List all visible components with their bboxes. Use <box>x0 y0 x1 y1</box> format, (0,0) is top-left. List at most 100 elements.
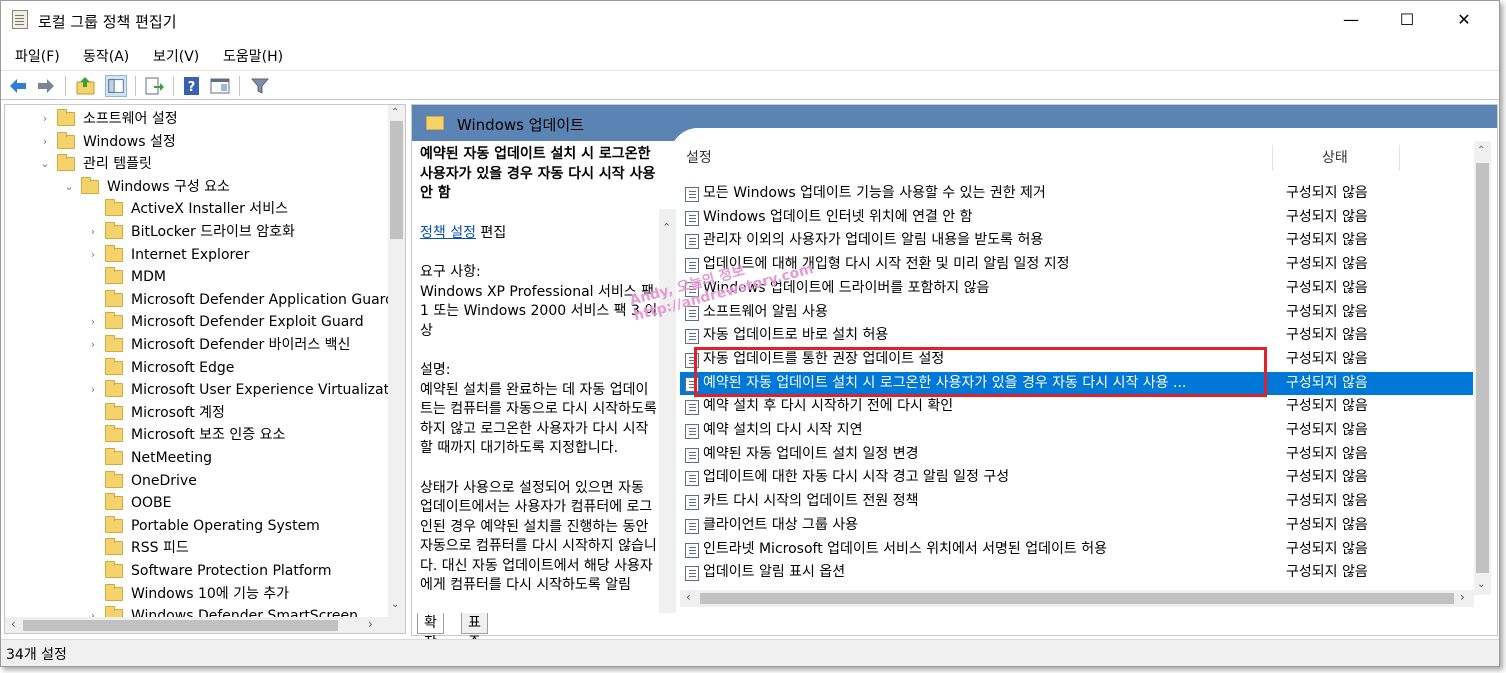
tree-item[interactable]: OneDrive <box>5 470 390 492</box>
tree-item[interactable]: Portable Operating System <box>5 515 390 537</box>
chevron-right-icon[interactable]: › <box>87 379 99 401</box>
menu-help[interactable]: 도움말(H) <box>223 46 283 66</box>
close-button[interactable]: ✕ <box>1437 1 1491 39</box>
policy-row[interactable]: 자동 업데이트로 바로 설치 허용 구성되지 않음 <box>680 324 1473 348</box>
tree-item[interactable]: RSS 피드 <box>5 537 390 559</box>
chevron-right-icon[interactable]: › <box>87 221 99 243</box>
policy-state: 구성되지 않음 <box>1286 303 1368 320</box>
tree-item[interactable]: › Microsoft Defender 바이러스 백신 <box>5 334 390 356</box>
tab-standard[interactable]: 표준 <box>461 613 488 651</box>
tree-item-label: 소프트웨어 설정 <box>83 111 178 127</box>
list-vertical-scrollbar[interactable]: ⌃ ⌄ <box>1474 141 1491 595</box>
chevron-right-icon[interactable]: › <box>87 311 99 333</box>
tree-vertical-scrollbar[interactable]: ⌃ ⌄ <box>388 105 405 617</box>
minimize-button[interactable]: — <box>1324 1 1378 39</box>
filter-icon[interactable] <box>249 75 271 97</box>
list-scroll-thumb[interactable] <box>1476 163 1489 573</box>
tree-item[interactable]: Microsoft Defender Application Guard <box>5 289 394 311</box>
policy-row[interactable]: 카트 다시 시작의 업데이트 전원 정책 구성되지 않음 <box>680 490 1473 514</box>
policy-row[interactable]: 업데이트 알림 표시 옵션 구성되지 않음 <box>680 561 1473 585</box>
tree-item-label: NetMeeting <box>131 450 213 466</box>
tree-item[interactable]: › Microsoft User Experience Virtualizatio… <box>5 379 405 401</box>
policy-state: 구성되지 않음 <box>1286 232 1368 249</box>
tree-item[interactable]: › Microsoft Defender Exploit Guard <box>5 311 390 333</box>
menu-file[interactable]: 파일(F) <box>15 46 60 66</box>
folder-icon <box>105 402 123 420</box>
chevron-right-icon[interactable]: › <box>87 334 99 356</box>
chevron-right-icon[interactable]: › <box>39 108 51 130</box>
window-title: 로컬 그룹 정책 편집기 <box>38 13 177 31</box>
tree-item[interactable]: Microsoft 계정 <box>5 402 390 424</box>
policy-setting-icon <box>685 518 699 534</box>
tree-item[interactable]: › Windows 설정 <box>5 131 390 153</box>
tree-item[interactable]: ⌄ 관리 템플릿 <box>5 153 390 175</box>
menu-action[interactable]: 동작(A) <box>83 46 129 66</box>
toolbar: ? <box>1 70 1499 100</box>
list-hscroll-thumb[interactable] <box>700 593 1454 604</box>
tree-item[interactable]: Microsoft 보조 인증 요소 <box>5 424 390 446</box>
tree-item-label: Microsoft Edge <box>131 359 235 376</box>
tree-item[interactable]: › 소프트웨어 설정 <box>5 108 390 130</box>
tree-item[interactable]: NetMeeting <box>5 447 390 469</box>
folder-icon <box>105 538 123 556</box>
policy-name: 예약된 자동 업데이트 설치 일정 변경 <box>703 445 919 462</box>
chevron-down-icon[interactable]: ⌄ <box>63 176 75 198</box>
export-list-icon[interactable] <box>143 75 165 97</box>
description-label: 설명: <box>420 362 451 378</box>
folder-icon <box>105 199 123 217</box>
policy-row[interactable]: 클라이언트 대상 그룹 사용 구성되지 않음 <box>680 514 1473 538</box>
tree-item[interactable]: OOBE <box>5 492 390 514</box>
edit-text: 편집 <box>475 224 507 241</box>
properties-icon[interactable] <box>209 75 231 97</box>
maximize-button[interactable]: ☐ <box>1380 1 1434 39</box>
chevron-right-icon[interactable]: › <box>39 131 51 153</box>
policy-row[interactable]: 업데이트에 대한 자동 다시 시작 경고 알림 일정 구성 구성되지 않음 <box>680 466 1473 490</box>
policy-row[interactable]: 인트라넷 Microsoft 업데이트 서비스 위치에서 서명된 업데이트 허용… <box>680 538 1473 562</box>
folder-icon <box>105 425 123 443</box>
tree-hscroll-thumb[interactable] <box>23 620 338 631</box>
tree-item[interactable]: ⌄ Windows 구성 요소 <box>5 176 390 198</box>
policy-setting-icon <box>685 187 699 202</box>
policy-setting-icon <box>685 424 699 439</box>
policy-row[interactable]: 예약 설치 후 다시 시작하기 전에 다시 확인 구성되지 않음 <box>680 395 1473 419</box>
policy-row[interactable]: 예약 설치의 다시 시작 지연 구성되지 않음 <box>680 419 1473 443</box>
policy-state: 구성되지 않음 <box>1286 398 1368 415</box>
column-setting[interactable]: 설정 <box>686 145 712 171</box>
tree-item[interactable]: › BitLocker 드라이브 암호화 <box>5 221 390 243</box>
tree-item-label: RSS 피드 <box>131 540 189 557</box>
policy-row[interactable]: 모든 Windows 업데이트 기능을 사용할 수 있는 권한 제거 구성되지 않… <box>680 182 1473 206</box>
policy-row[interactable]: 예약된 자동 업데이트 설치 일정 변경 구성되지 않음 <box>680 443 1473 467</box>
forward-arrow-icon[interactable] <box>35 75 57 97</box>
tree-item[interactable]: MDM <box>5 266 390 288</box>
tree-item-label: 관리 템플릿 <box>83 156 152 173</box>
menu-view[interactable]: 보기(V) <box>153 46 199 66</box>
help-icon[interactable]: ? <box>181 75 203 97</box>
column-state[interactable]: 상태 <box>1322 145 1348 171</box>
tree-item-label: Microsoft 보조 인증 요소 <box>131 427 286 444</box>
chevron-down-icon[interactable]: ⌄ <box>39 153 51 175</box>
policy-settings-link[interactable]: 정책 설정 <box>420 225 476 241</box>
tree-item[interactable]: › Internet Explorer <box>5 244 390 266</box>
tree-item-label: Microsoft Defender Exploit Guard <box>131 314 364 331</box>
back-arrow-icon[interactable] <box>7 75 29 97</box>
folder-icon <box>105 335 123 352</box>
policy-state: 구성되지 않음 <box>1286 327 1368 344</box>
tree-item[interactable]: ActiveX Installer 서비스 <box>5 198 390 220</box>
policy-row[interactable]: 소프트웨어 알림 사용 구성되지 않음 <box>680 301 1473 325</box>
tree-item[interactable]: Microsoft Edge <box>5 357 390 379</box>
up-folder-icon[interactable] <box>75 75 97 97</box>
policy-row[interactable]: Windows 업데이트 인터넷 위치에 연결 안 함 구성되지 않음 <box>680 206 1473 230</box>
list-horizontal-scrollbar[interactable]: ‹ › <box>680 590 1474 607</box>
tree-scroll-thumb[interactable] <box>390 121 403 239</box>
tab-extended[interactable]: 확장 <box>417 613 444 651</box>
policy-state: 구성되지 않음 <box>1286 374 1368 391</box>
tree-item[interactable]: Windows 10에 기능 추가 <box>5 583 390 605</box>
policy-state: 구성되지 않음 <box>1286 208 1368 225</box>
show-hide-tree-icon[interactable] <box>105 75 127 97</box>
chevron-right-icon[interactable]: › <box>87 244 99 266</box>
tree-item[interactable]: Software Protection Platform <box>5 560 390 582</box>
folder-icon <box>105 561 123 578</box>
tree-horizontal-scrollbar[interactable]: ‹ › <box>5 617 405 633</box>
policy-state: 구성되지 않음 <box>1286 516 1368 533</box>
policy-state: 구성되지 않음 <box>1286 493 1368 510</box>
